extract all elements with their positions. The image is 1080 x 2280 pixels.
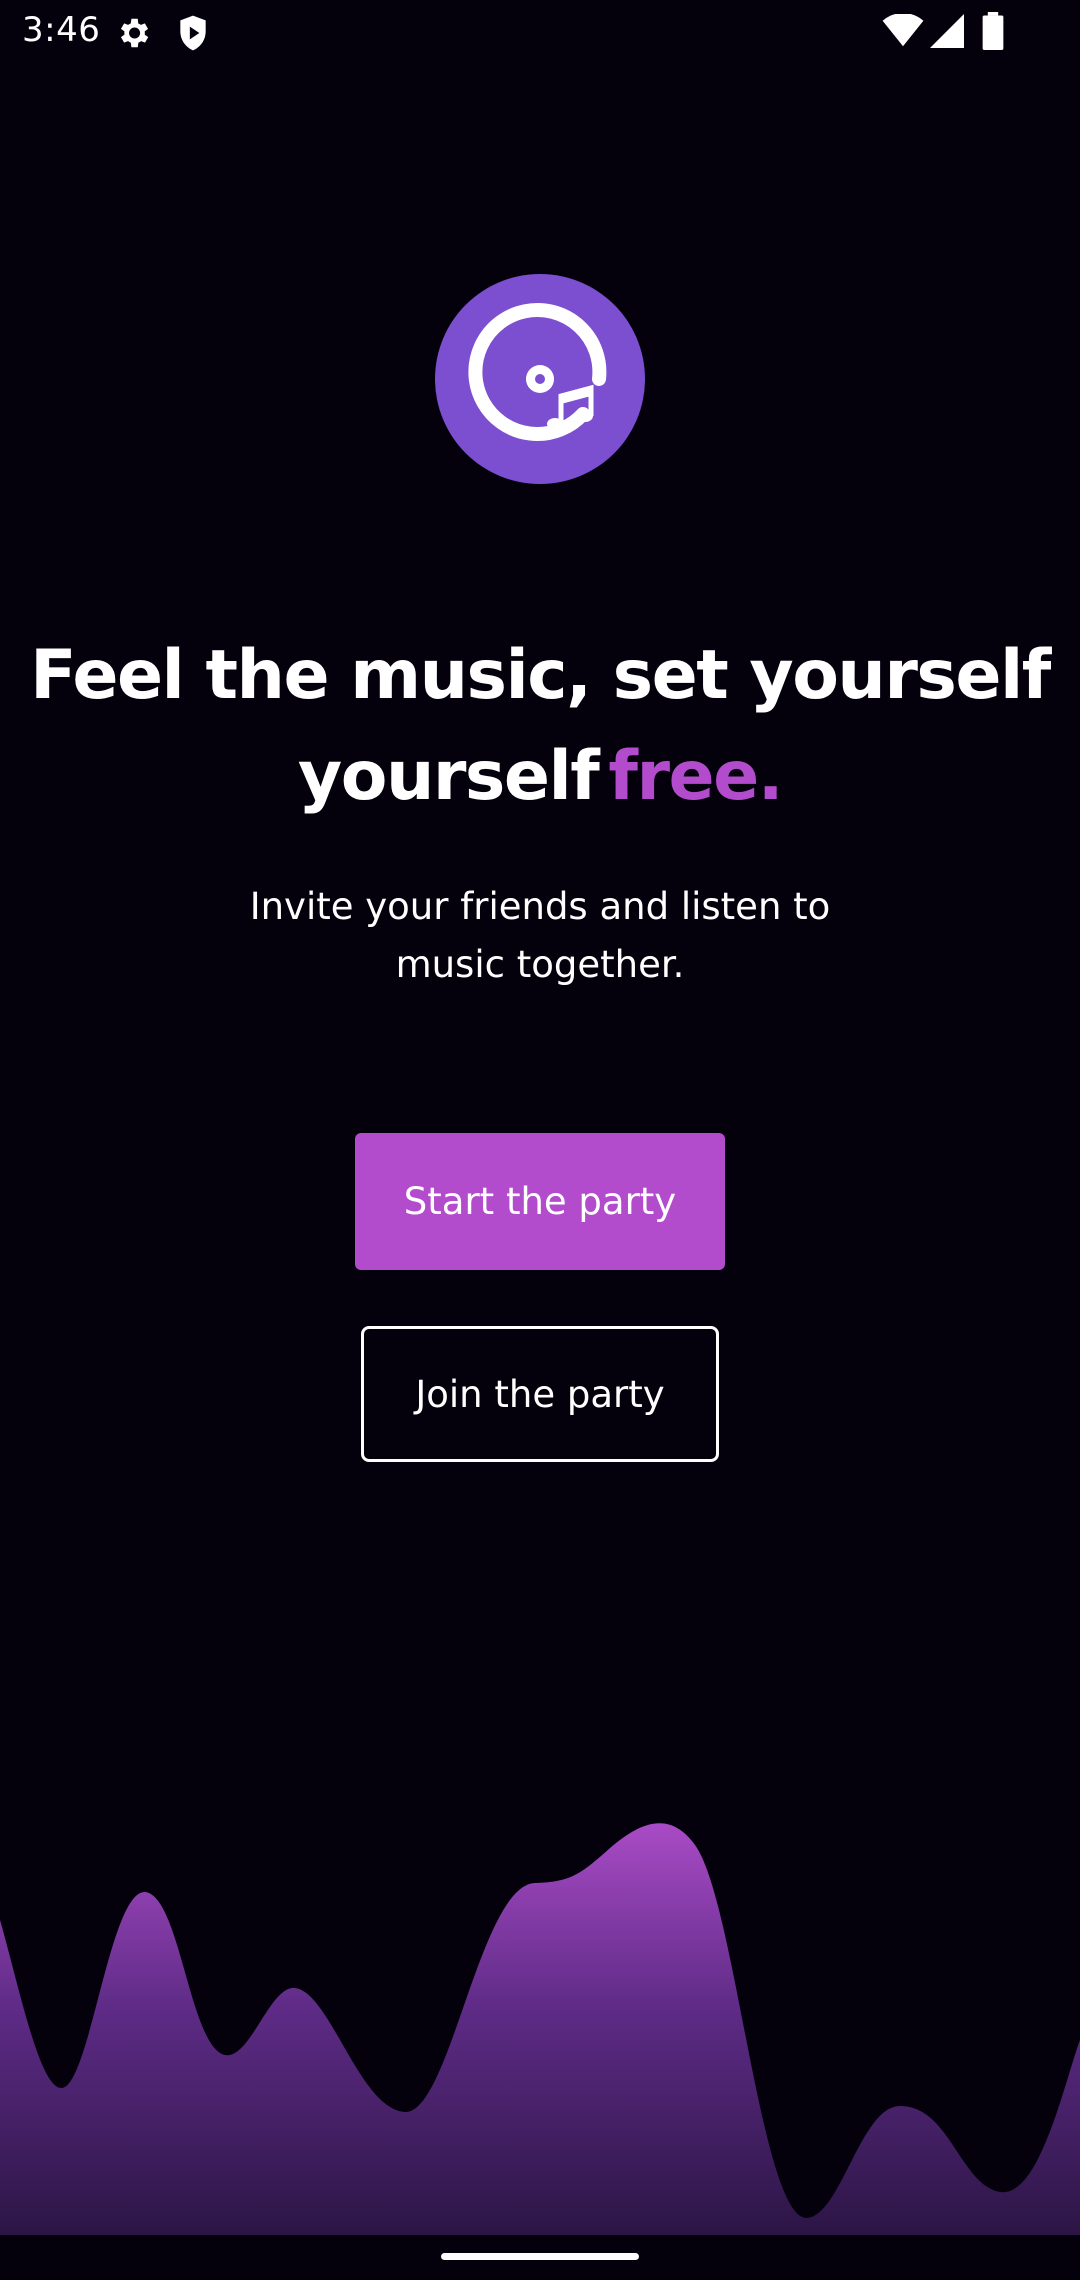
music-disc-icon: [435, 274, 645, 484]
subtitle-line-2: music together.: [395, 943, 685, 986]
signal-icon: [930, 14, 964, 48]
join-party-button[interactable]: Join the party: [361, 1326, 719, 1462]
headline-line-2-main: yourself: [297, 737, 600, 816]
start-party-button[interactable]: Start the party: [355, 1133, 725, 1270]
headline-accent: free.: [608, 737, 783, 816]
subtitle: Invite your friends and listen to music …: [220, 878, 860, 994]
subtitle-line-1: Invite your friends and listen to: [249, 885, 831, 928]
decorative-wave: [0, 1823, 1080, 2235]
nav-gesture-handle[interactable]: [441, 2253, 639, 2260]
wifi-icon: [882, 14, 924, 48]
shield-icon: [176, 14, 210, 52]
status-bar: 3:46: [0, 0, 1080, 66]
headline-line-1: Feel the music, set yourself: [30, 636, 1051, 715]
screen: 3:46 Feel the music, set yourself yourse…: [0, 0, 1080, 2280]
battery-icon: [982, 12, 1004, 50]
headline-line-2: yourself free.: [0, 726, 1080, 827]
status-time: 3:46: [22, 10, 101, 50]
app-logo: [435, 274, 645, 484]
headline: Feel the music, set yourself yourself fre…: [0, 625, 1080, 827]
settings-icon: [114, 14, 152, 52]
